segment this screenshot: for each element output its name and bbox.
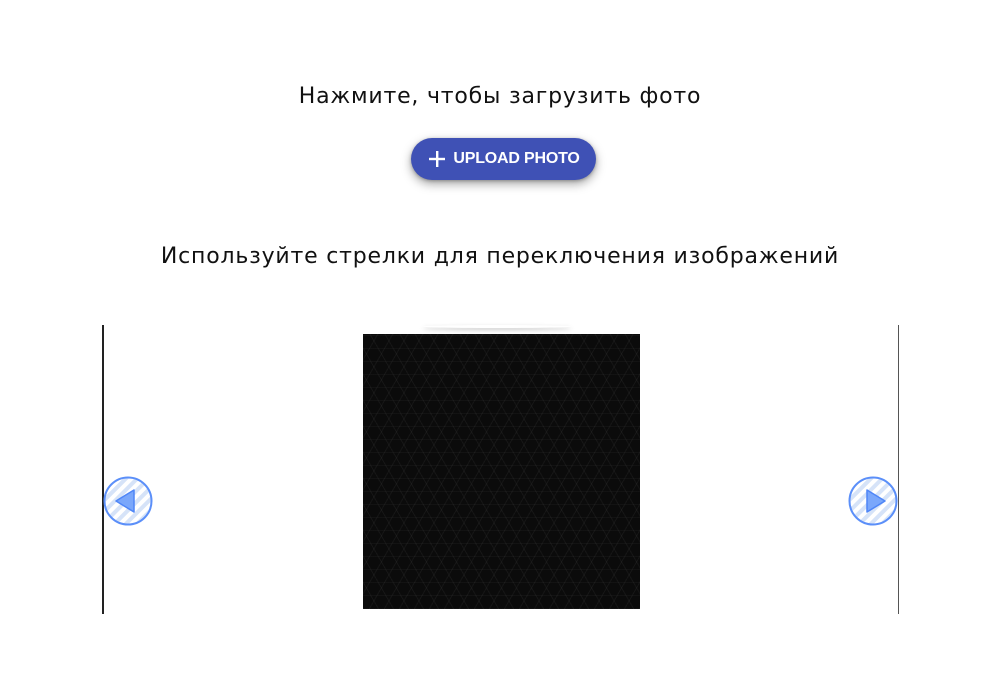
gallery-left-border [102, 325, 104, 614]
upload-photo-label: UPLOAD PHOTO [453, 150, 580, 167]
page: Нажмите, чтобы загрузить фото UPLOAD PHO… [0, 0, 1000, 700]
arrow-left-icon [103, 476, 153, 526]
gallery-top-shadow [422, 325, 572, 328]
next-image-button[interactable] [848, 476, 898, 526]
gallery-hint: Используйте стрелки для переключения изо… [160, 244, 840, 269]
upload-hint: Нажмите, чтобы загрузить фото [298, 84, 702, 109]
plus-icon [429, 151, 446, 167]
upload-photo-button[interactable]: UPLOAD PHOTO [411, 138, 596, 180]
previous-image-button[interactable] [103, 476, 153, 526]
arrow-right-icon [848, 476, 898, 526]
gallery-right-border [898, 325, 899, 614]
image-gallery [102, 325, 899, 614]
gallery-image [363, 334, 640, 609]
